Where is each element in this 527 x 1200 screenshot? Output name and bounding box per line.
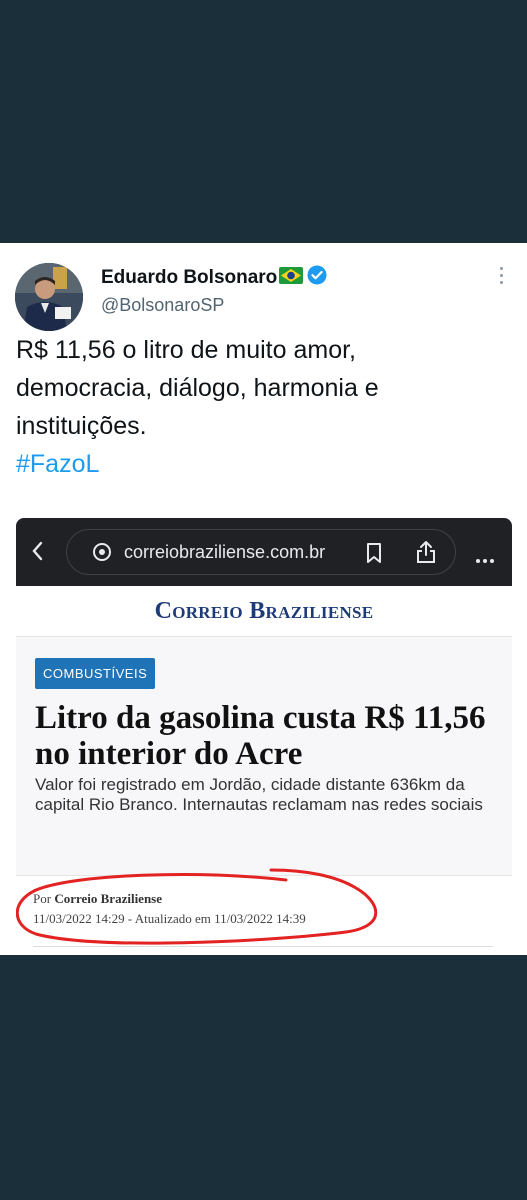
hashtag-link[interactable]: #FazoL bbox=[16, 445, 516, 483]
tweet-text-line: R$ 11,56 o litro de muito amor, bbox=[16, 336, 356, 364]
tweet-text-line: instituições. bbox=[16, 412, 147, 440]
red-circle-annotation bbox=[16, 868, 378, 945]
avatar[interactable] bbox=[15, 263, 83, 331]
more-options-icon[interactable] bbox=[499, 267, 505, 288]
author-handle[interactable]: @BolsonaroSP bbox=[101, 295, 224, 316]
author-name[interactable]: Eduardo Bolsonaro bbox=[101, 265, 327, 291]
verified-badge-icon bbox=[307, 265, 327, 291]
author-name-text[interactable]: Eduardo Bolsonaro bbox=[101, 267, 277, 288]
tweet-card[interactable]: Eduardo Bolsonaro @BolsonaroSP R$ 11,56 … bbox=[0, 243, 527, 955]
brazil-flag-icon bbox=[279, 266, 304, 290]
tweet-text-line: democracia, diálogo, harmonia e bbox=[16, 374, 379, 402]
tweet-text: R$ 11,56 o litro de muito amor, democrac… bbox=[16, 331, 516, 483]
attached-image[interactable]: correiobraziliense.com.br Correio Brazil… bbox=[16, 518, 512, 955]
